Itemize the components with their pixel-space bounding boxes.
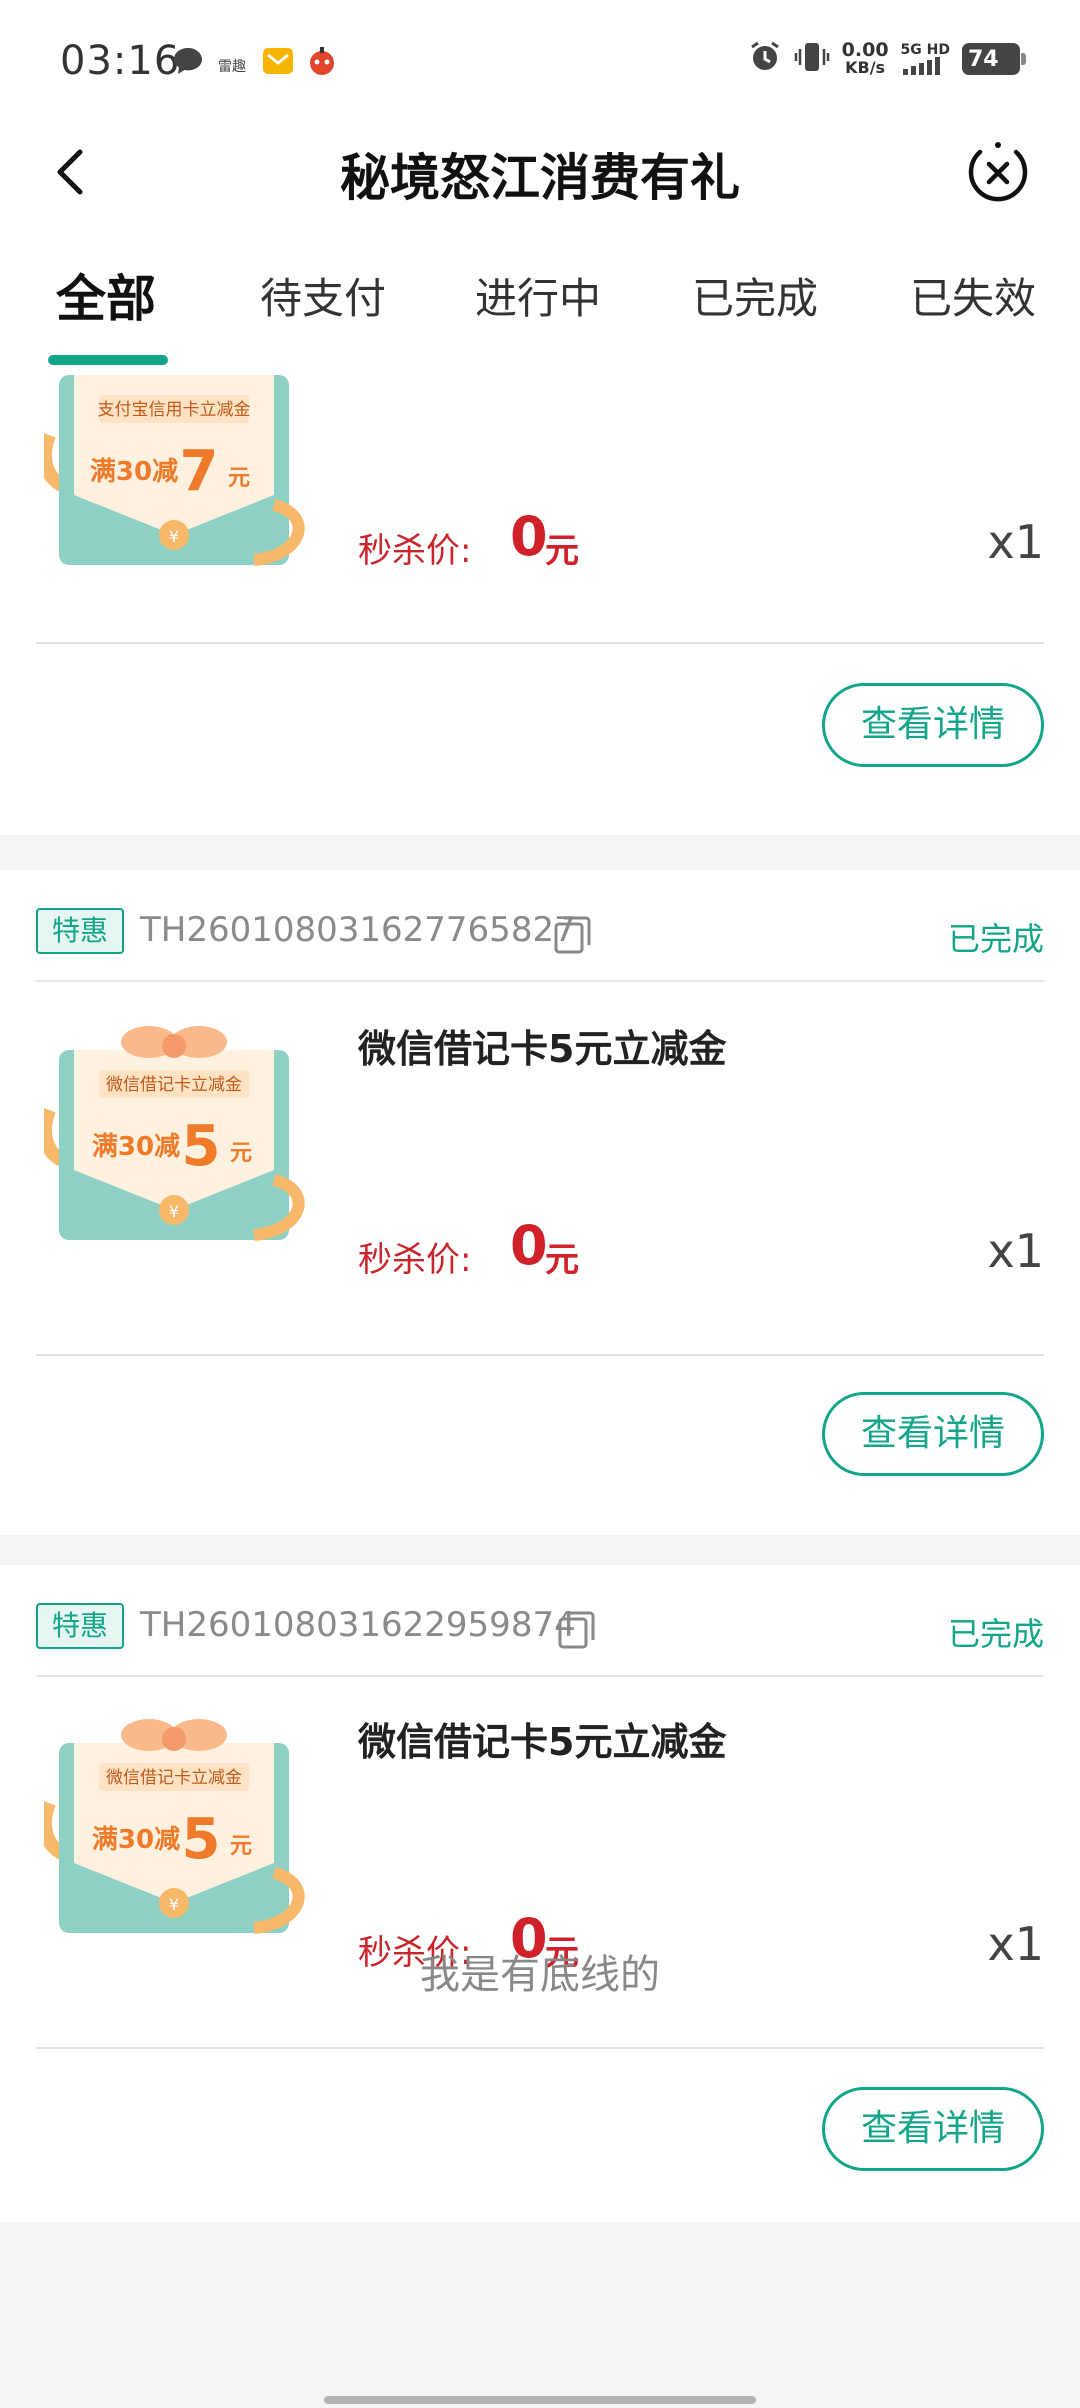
- order-card: 特惠 TH260108031627765827 已完成 微信借记卡立减金 满30…: [0, 870, 1080, 1535]
- item-name: 微信借记卡5元立减金: [358, 1720, 727, 1764]
- price-label: 秒杀价:: [358, 531, 472, 571]
- coupon-unit-text: 元: [228, 466, 250, 491]
- divider: [36, 1354, 1044, 1356]
- tab-pending-payment[interactable]: 待支付: [260, 265, 386, 326]
- coupon-brand-text: 微信借记卡立减金: [106, 1768, 242, 1788]
- net-speed: 0.00 KB/s: [842, 41, 889, 77]
- list-end-text: 我是有底线的: [420, 1952, 660, 1998]
- price-value: 0: [510, 1214, 548, 1277]
- battery-icon: 74: [962, 43, 1026, 75]
- order-status: 已完成: [947, 1615, 1044, 1653]
- coupon-amount-text: 5: [182, 1807, 221, 1872]
- coupon-unit-text: 元: [230, 1141, 252, 1166]
- divider: [36, 642, 1044, 644]
- quantity: x1: [987, 515, 1045, 569]
- coupon-graphic: 支付宝信用卡立减金 满30减 7 元 ¥: [37, 375, 305, 566]
- tab-bar: 全部 待支付 进行中 已完成 已失效: [0, 235, 1080, 365]
- order-card: 特惠 TH260108031622959874 已完成 微信借记卡立减金 满30…: [0, 1565, 1080, 2222]
- net-speed-unit: KB/s: [845, 58, 886, 77]
- alarm-icon: [748, 40, 782, 78]
- coupon-image: 微信借记卡立减金 满30减 5 元 ¥: [37, 1713, 322, 1943]
- vibrate-icon: [794, 40, 830, 78]
- coupon-threshold-text: 满30减: [90, 457, 178, 487]
- order-number: TH260108031622959874: [140, 1605, 576, 1645]
- notif-app-label: 雷趣: [218, 59, 246, 75]
- status-time: 03:16: [60, 38, 181, 84]
- coupon-threshold-text: 满30减: [92, 1825, 180, 1855]
- coupon-coin-text: ¥: [169, 1895, 179, 1914]
- coupon-coin-text: ¥: [169, 527, 179, 546]
- item-name: 微信借记卡5元立减金: [358, 1027, 727, 1071]
- mail-icon: [262, 46, 294, 76]
- app-notif-icon: [306, 46, 338, 76]
- message-icon: [172, 46, 204, 76]
- price-value: 0: [510, 505, 548, 568]
- view-details-button[interactable]: 查看详情: [822, 1392, 1044, 1476]
- copy-icon[interactable]: [552, 914, 594, 956]
- order-header: 特惠 TH260108031627765827 已完成: [36, 870, 1044, 982]
- divider: [36, 2047, 1044, 2049]
- promo-badge: 特惠: [36, 1603, 125, 1649]
- order-status: 已完成: [947, 920, 1044, 958]
- order-list[interactable]: 支付宝信用卡立减金 满30减 7 元 ¥ 秒杀价: 0 元 x1 查看详情 特惠…: [0, 365, 1080, 2408]
- battery-level: 74: [968, 46, 999, 72]
- order-card: 支付宝信用卡立减金 满30减 7 元 ¥ 秒杀价: 0 元 x1 查看详情: [0, 365, 1080, 835]
- net-speed-value: 0.00: [841, 39, 889, 61]
- net-type: 5G HD: [900, 42, 950, 58]
- home-indicator[interactable]: [324, 2396, 756, 2404]
- close-circle-icon: [968, 142, 1028, 202]
- signal-icon: 5G HD: [901, 43, 950, 75]
- order-number: TH260108031627765827: [140, 910, 576, 950]
- order-header: 特惠 TH260108031622959874 已完成: [36, 1565, 1044, 1677]
- tab-completed[interactable]: 已完成: [692, 265, 818, 326]
- coupon-image: 支付宝信用卡立减金 满30减 7 元 ¥: [37, 365, 322, 566]
- price-unit: 元: [545, 531, 579, 571]
- copy-icon[interactable]: [556, 1609, 598, 1651]
- promo-badge: 特惠: [36, 908, 125, 954]
- coupon-coin-text: ¥: [169, 1202, 179, 1221]
- quantity: x1: [987, 1224, 1045, 1278]
- price-unit: 元: [545, 1240, 579, 1280]
- tab-in-progress[interactable]: 进行中: [475, 265, 601, 326]
- close-button[interactable]: [966, 140, 1030, 204]
- price-label: 秒杀价:: [358, 1240, 472, 1280]
- view-details-button[interactable]: 查看详情: [822, 2087, 1044, 2171]
- page-title: 秘境怒江消费有礼: [340, 149, 740, 207]
- tab-expired[interactable]: 已失效: [910, 265, 1036, 326]
- coupon-brand-text: 微信借记卡立减金: [106, 1075, 242, 1095]
- coupon-brand-text: 支付宝信用卡立减金: [98, 400, 251, 420]
- coupon-unit-text: 元: [230, 1834, 252, 1859]
- coupon-graphic: 微信借记卡立减金 满30减 5 元 ¥: [37, 1026, 305, 1241]
- nav-bar: 秘境怒江消费有礼: [0, 130, 1080, 235]
- tab-active-indicator: [48, 355, 168, 365]
- coupon-amount-text: 5: [182, 1114, 221, 1179]
- coupon-image: 微信借记卡立减金 满30减 5 元 ¥: [37, 1020, 322, 1250]
- coupon-threshold-text: 满30减: [92, 1132, 180, 1162]
- coupon-graphic: 微信借记卡立减金 满30减 5 元 ¥: [37, 1719, 305, 1934]
- coupon-amount-text: 7: [180, 439, 219, 504]
- status-right: 0.00 KB/s 5G HD 74: [748, 40, 1026, 78]
- tab-all[interactable]: 全部: [56, 259, 156, 331]
- status-bar: 03:16 雷趣 0.00 KB/s 5G HD 74: [0, 0, 1080, 130]
- view-details-button[interactable]: 查看详情: [822, 683, 1044, 767]
